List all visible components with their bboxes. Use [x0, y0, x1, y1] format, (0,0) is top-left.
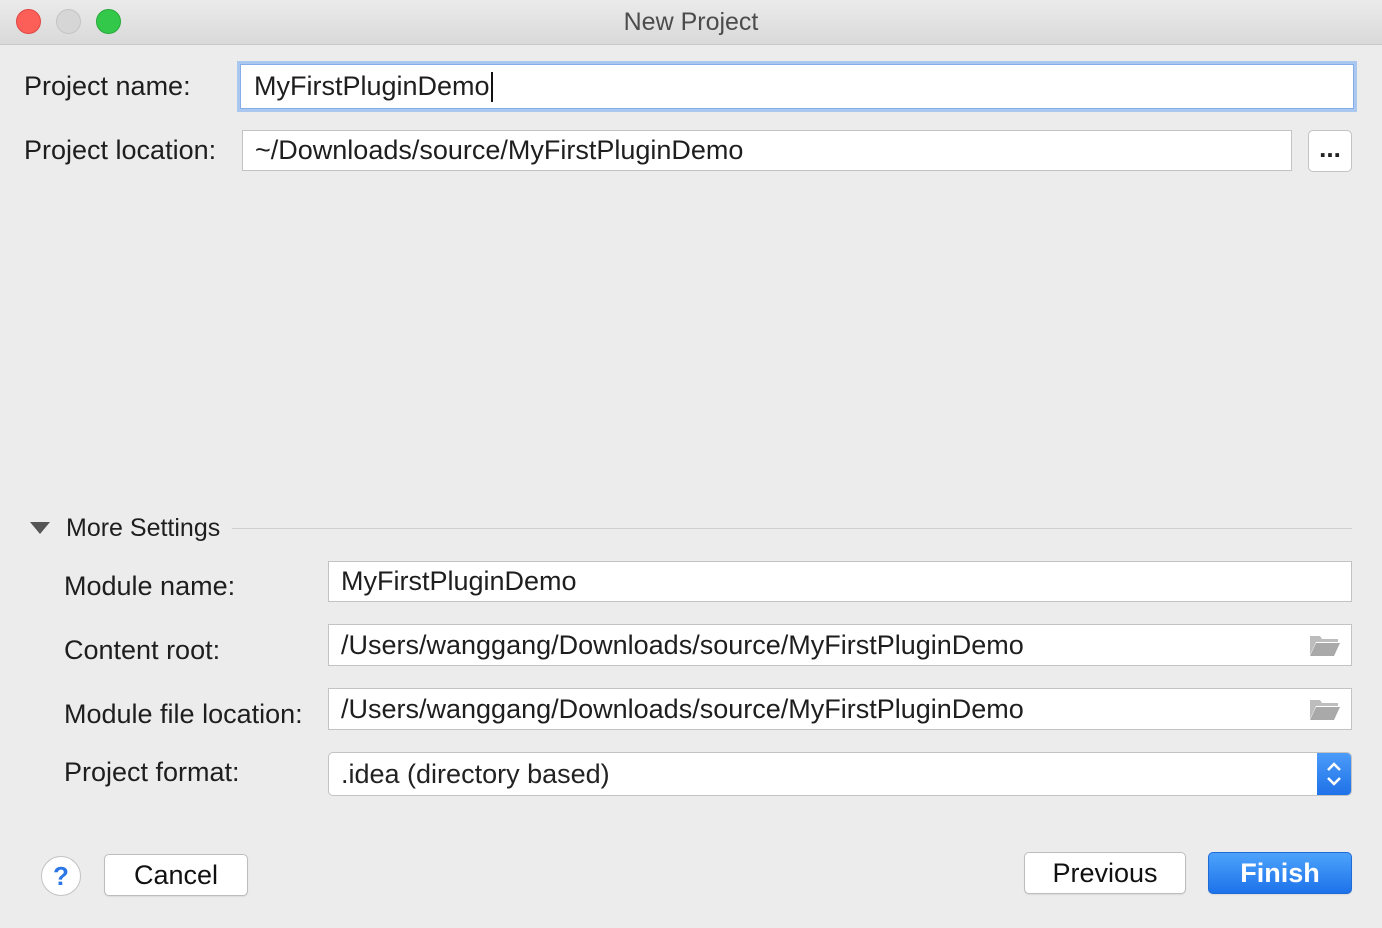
module-name-input[interactable]: MyFirstPluginDemo — [328, 561, 1352, 602]
section-divider — [232, 528, 1352, 529]
triangle-down-icon[interactable] — [30, 522, 50, 534]
content-root-label: Content root: — [64, 635, 221, 665]
project-location-input[interactable]: ~/Downloads/source/MyFirstPluginDemo — [242, 130, 1292, 171]
browse-location-button[interactable]: ... — [1308, 130, 1352, 172]
previous-button[interactable]: Previous — [1024, 852, 1186, 894]
module-name-value: MyFirstPluginDemo — [341, 566, 577, 596]
project-name-value: MyFirstPluginDemo — [254, 71, 490, 101]
folder-icon[interactable] — [1309, 697, 1341, 721]
finish-button[interactable]: Finish — [1208, 852, 1352, 894]
project-location-label: Project location: — [24, 135, 217, 165]
content-root-input[interactable]: /Users/wanggang/Downloads/source/MyFirst… — [328, 624, 1352, 666]
project-format-value: .idea (directory based) — [341, 758, 610, 789]
project-location-value: ~/Downloads/source/MyFirstPluginDemo — [255, 135, 744, 165]
project-format-label: Project format: — [64, 757, 240, 787]
project-name-input[interactable]: MyFirstPluginDemo — [237, 61, 1357, 112]
module-file-location-label: Module file location: — [64, 699, 303, 729]
module-name-label: Module name: — [64, 571, 236, 601]
project-format-select[interactable]: .idea (directory based) — [328, 752, 1352, 796]
project-name-label: Project name: — [24, 71, 191, 101]
cancel-button[interactable]: Cancel — [104, 854, 248, 896]
content-root-value: /Users/wanggang/Downloads/source/MyFirst… — [341, 629, 1024, 660]
folder-icon[interactable] — [1309, 633, 1341, 657]
help-button[interactable]: ? — [41, 856, 81, 896]
module-file-location-value: /Users/wanggang/Downloads/source/MyFirst… — [341, 693, 1024, 724]
text-caret — [490, 71, 493, 102]
window-title: New Project — [623, 8, 759, 36]
module-file-location-input[interactable]: /Users/wanggang/Downloads/source/MyFirst… — [328, 688, 1352, 730]
chevron-up-down-icon[interactable] — [1317, 753, 1351, 795]
title-bar: New Project — [0, 0, 1382, 45]
new-project-dialog: New Project Project name: MyFirstPluginD… — [0, 0, 1382, 928]
more-settings-toggle[interactable]: More Settings — [66, 514, 220, 543]
